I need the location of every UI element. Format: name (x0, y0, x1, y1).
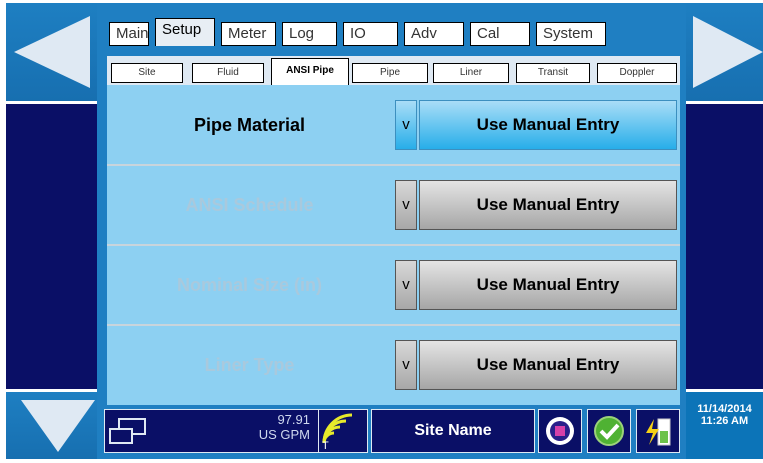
right-side-panel (686, 104, 763, 389)
arrow-left-icon[interactable] (14, 16, 90, 88)
liner-type-dropdown[interactable]: v Use Manual Entry (395, 340, 677, 390)
pipe-material-value[interactable]: Use Manual Entry (419, 100, 677, 150)
subtab-ansi-pipe[interactable]: ANSI Pipe (271, 58, 349, 85)
display-windows-icon[interactable] (108, 417, 148, 445)
tab-meter[interactable]: Meter (221, 22, 276, 46)
subtab-site[interactable]: Site (111, 63, 183, 83)
tab-system[interactable]: System (536, 22, 606, 46)
signal-label: T (322, 440, 329, 452)
flow-rate-unit: US GPM (258, 427, 310, 442)
subtab-liner[interactable]: Liner (433, 63, 509, 83)
subtab-doppler[interactable]: Doppler (597, 63, 677, 83)
liner-type-row: Liner Type v Use Manual Entry (107, 325, 680, 405)
date-text: 11/14/2014 (697, 403, 752, 415)
tab-setup[interactable]: Setup (155, 18, 215, 46)
subtab-transit[interactable]: Transit (516, 63, 590, 83)
power-charging-icon[interactable] (640, 413, 676, 449)
arrow-right-icon[interactable] (693, 16, 763, 88)
tab-main[interactable]: Main (109, 22, 149, 46)
checkmark-icon[interactable] (591, 413, 627, 449)
tab-log[interactable]: Log (282, 22, 337, 46)
pipe-material-label: Pipe Material (193, 115, 306, 135)
ansi-schedule-row: ANSI Schedule v Use Manual Entry (107, 165, 680, 245)
dropdown-arrow[interactable]: v (395, 100, 417, 150)
liner-type-value[interactable]: Use Manual Entry (419, 340, 677, 390)
flowmeter-setup-screen: Main Setup Meter Log IO Adv Cal System S… (0, 0, 763, 463)
nominal-size-value[interactable]: Use Manual Entry (419, 260, 677, 310)
liner-type-label: Liner Type (204, 355, 295, 375)
site-name[interactable]: Site Name (371, 409, 535, 453)
flow-rate-value: 97.91 (277, 412, 310, 427)
nominal-size-row: Nominal Size (in) v Use Manual Entry (107, 245, 680, 325)
time-text: 11:26 AM (700, 415, 749, 427)
dropdown-arrow[interactable]: v (395, 180, 417, 230)
ansi-schedule-value[interactable]: Use Manual Entry (419, 180, 677, 230)
stop-record-icon[interactable] (542, 413, 578, 449)
nominal-size-dropdown[interactable]: v Use Manual Entry (395, 260, 677, 310)
tab-io[interactable]: IO (343, 22, 398, 46)
left-side-panel (6, 104, 97, 389)
ansi-pipe-settings: Pipe Material v Use Manual Entry ANSI Sc… (107, 85, 680, 405)
sub-tabs: Site Fluid ANSI Pipe Pipe Liner Transit … (107, 56, 680, 85)
pipe-material-row: Pipe Material v Use Manual Entry (107, 85, 680, 165)
subtab-fluid[interactable]: Fluid (192, 63, 264, 83)
arrow-down-icon[interactable] (21, 400, 95, 452)
dropdown-arrow[interactable]: v (395, 260, 417, 310)
nominal-size-label: Nominal Size (in) (176, 275, 322, 295)
tab-cal[interactable]: Cal (470, 22, 530, 46)
tab-adv[interactable]: Adv (404, 22, 464, 46)
datetime-readout: 11/14/2014 11:26 AM (686, 403, 763, 427)
subtab-pipe[interactable]: Pipe (352, 63, 428, 83)
main-tabs: Main Setup Meter Log IO Adv Cal System (109, 18, 612, 50)
dropdown-arrow[interactable]: v (395, 340, 417, 390)
ansi-schedule-label: ANSI Schedule (185, 195, 314, 215)
ansi-schedule-dropdown[interactable]: v Use Manual Entry (395, 180, 677, 230)
pipe-material-dropdown[interactable]: v Use Manual Entry (395, 100, 677, 150)
